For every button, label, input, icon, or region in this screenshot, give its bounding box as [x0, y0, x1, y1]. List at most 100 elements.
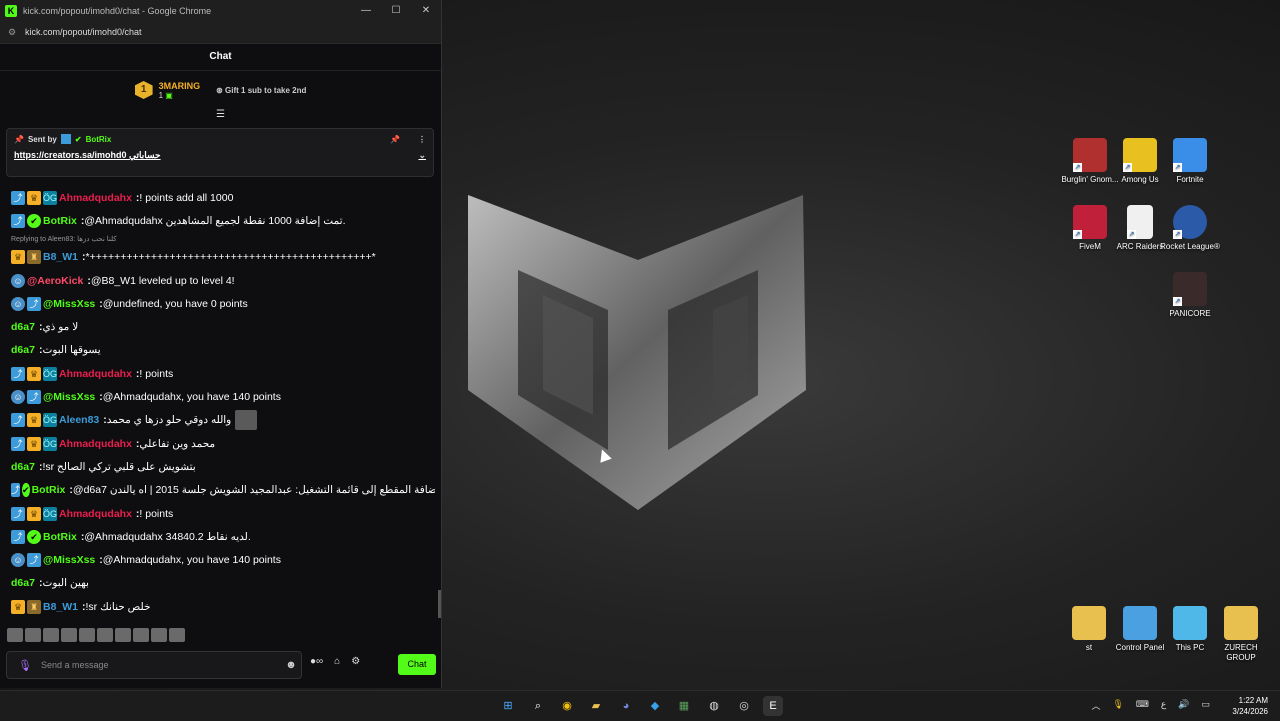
volume-icon[interactable]: 🔊: [1178, 699, 1189, 712]
chat-username[interactable]: Ahmadqudahx: [59, 368, 132, 380]
og-badge-icon: ÖG: [43, 436, 58, 451]
chat-message[interactable]: ☺ ⤴ @MissXss: @undefined, you have 0 point…: [0, 292, 435, 315]
chat-username[interactable]: d6a7: [11, 577, 35, 589]
desktop-icon-label: This PC: [1175, 643, 1205, 652]
app-icon[interactable]: ▦: [674, 696, 694, 716]
keyboard-icon[interactable]: ⌨: [1136, 699, 1149, 712]
pinned-link[interactable]: https://creators.sa/imohd0 حساباتي: [14, 150, 161, 161]
message-input[interactable]: [35, 659, 281, 671]
close-icon[interactable]: ✕: [411, 5, 441, 16]
emote[interactable]: [97, 628, 113, 642]
desktop-icon-zurech-group[interactable]: ZURECH GROUP: [1209, 606, 1273, 663]
settings-gear-icon[interactable]: ⚙: [351, 656, 360, 667]
chat-message[interactable]: ☺ ⤴ @MissXss: @Ahmadqudahx, you have 140 p…: [0, 548, 435, 571]
wallpaper-logo: [468, 195, 806, 510]
chat-message[interactable]: ☺ ⤴ @MissXss: @Ahmadqudahx, you have 140 p…: [0, 385, 435, 408]
leader-name[interactable]: 3MARING: [159, 81, 201, 91]
pinned-sender[interactable]: BotRix: [86, 135, 112, 144]
chat-message[interactable]: ♛ ♜ B8_W1: *++++++++++++++++++++++++++++++…: [0, 246, 435, 269]
clock[interactable]: 1:22 AM 3/24/2026: [1232, 695, 1268, 717]
windows-start-icon[interactable]: ⊞: [498, 696, 518, 716]
chat-username[interactable]: d6a7: [11, 321, 35, 333]
language-indicator[interactable]: ع: [1161, 699, 1166, 712]
fortnite-app-icon: ↗: [1173, 138, 1207, 172]
chat-username[interactable]: BotRix: [43, 215, 77, 227]
minimize-icon[interactable]: —: [351, 5, 381, 16]
address-bar[interactable]: ⚙ kick.com/popout/imohd0/chat: [0, 21, 441, 44]
desktop-icon-fortnite[interactable]: ↗ Fortnite: [1158, 138, 1222, 185]
search-icon[interactable]: ⌕: [528, 696, 548, 716]
chat-message[interactable]: ☺ @AeroKick: @B8_W1 leveled up to level 4…: [0, 269, 435, 292]
chat-username[interactable]: @MissXss: [43, 298, 95, 310]
emoji-icon[interactable]: ☻: [281, 659, 301, 671]
send-chat-button[interactable]: Chat: [398, 654, 436, 675]
gift-sub-text[interactable]: ⊛ Gift 1 sub to take 2nd: [216, 86, 306, 95]
microphone-icon[interactable]: 🎙: [1112, 699, 1123, 712]
desktop-icon-panicore[interactable]: ↗ PANICORE: [1158, 272, 1222, 319]
site-info-icon[interactable]: ⚙: [5, 27, 19, 38]
file-explorer-icon[interactable]: ▰: [586, 696, 606, 716]
emote[interactable]: [7, 628, 23, 642]
chevron-down-icon[interactable]: ⌄: [418, 150, 426, 161]
chat-message[interactable]: d6a7: لا مو ذي: [0, 315, 435, 338]
chrome-icon[interactable]: ◉: [557, 696, 577, 716]
unpin-icon[interactable]: 📌: [390, 135, 400, 144]
chat-message[interactable]: ⤴ ♛ ÖG Ahmadqudahx: ! points: [0, 502, 435, 525]
chat-messages[interactable]: ⤴ ♛ ÖG Ahmadqudahx: ! points add all 1000 ⤴ ✔…: [0, 186, 435, 622]
network-icon[interactable]: ▭: [1201, 699, 1210, 712]
chat-message[interactable]: ⤴✔BotRix: @d6a7 تمت إضافة المقطع إلى قائ…: [0, 479, 435, 502]
gift-icon[interactable]: ⌂: [334, 656, 340, 667]
chat-message[interactable]: d6a7: يسوقها البوت: [0, 339, 435, 362]
discord-icon[interactable]: ◕: [616, 696, 636, 716]
chat-username[interactable]: @AeroKick: [27, 275, 83, 287]
steam-icon[interactable]: ◎: [734, 696, 754, 716]
chat-username[interactable]: B8_W1: [43, 251, 78, 263]
chat-username[interactable]: Ahmadqudahx: [59, 508, 132, 520]
chat-username[interactable]: Ahmadqudahx: [59, 192, 132, 204]
filter-icon[interactable]: ☰: [0, 109, 441, 121]
chat-message[interactable]: ♛ ♜ B8_W1: !sr خلص حنانك: [0, 595, 435, 618]
chat-message[interactable]: ⤴ ✔ BotRix: @Ahmadqudahx لديه نقاط 34840.2…: [0, 525, 435, 548]
emote[interactable]: [115, 628, 131, 642]
chat-message[interactable]: ⤴ ♛ ÖG Aleen83: والله دوقي حلو دزها ي محمد: [0, 409, 435, 432]
chevron-up-icon[interactable]: ︿: [1091, 699, 1100, 712]
ver-badge-icon: ✔: [27, 529, 41, 544]
chat-username[interactable]: d6a7: [11, 461, 35, 473]
chat-username[interactable]: B8_W1: [43, 601, 78, 613]
chat-username[interactable]: Ahmadqudahx: [59, 438, 132, 450]
emote[interactable]: [61, 628, 77, 642]
emote[interactable]: [43, 628, 59, 642]
more-options-icon[interactable]: ⋮: [418, 135, 426, 144]
points-icon[interactable]: ●∞: [310, 656, 323, 667]
chat-message[interactable]: ⤴ ♛ ÖG Ahmadqudahx: ! points: [0, 362, 435, 385]
epic-games-icon[interactable]: E: [763, 696, 783, 716]
chat-message[interactable]: d6a7: بهين البوت: [0, 572, 435, 595]
chat-username[interactable]: BotRix: [43, 531, 77, 543]
scrollbar[interactable]: [438, 590, 441, 618]
emote[interactable]: [151, 628, 167, 642]
obs-icon[interactable]: ◍: [704, 696, 724, 716]
microphone-icon[interactable]: 🎙: [15, 659, 35, 672]
chat-message[interactable]: d6a7: !sr بتشويش على قلبي تركي الصالح: [0, 455, 435, 478]
chat-message[interactable]: ⤴ ♛ ÖG Ahmadqudahx: محمد وين تفاعلي: [0, 432, 435, 455]
chat-username[interactable]: @MissXss: [43, 554, 95, 566]
chat-username[interactable]: BotRix: [32, 484, 66, 496]
emote[interactable]: [133, 628, 149, 642]
desktop-icon-label: Among Us: [1121, 175, 1159, 184]
crown-badge-icon: ♛: [11, 599, 25, 614]
chat-message[interactable]: ⤴ ♛ ÖG Ahmadqudahx: ! points add all 1000: [0, 186, 435, 209]
emote[interactable]: [25, 628, 41, 642]
window-title: kick.com/popout/imohd0/chat - Google Chr…: [23, 5, 212, 16]
chat-message[interactable]: ⤴ ✔ BotRix: @Ahmadqudahx تمت إضافة 1000 نق…: [0, 209, 435, 232]
monitor-icon: [1173, 606, 1207, 640]
vscode-icon[interactable]: ◆: [645, 696, 665, 716]
chat-username[interactable]: Aleen83: [59, 414, 99, 426]
emote[interactable]: [79, 628, 95, 642]
maximize-icon[interactable]: ☐: [381, 5, 411, 16]
emote[interactable]: [169, 628, 185, 642]
og-badge-icon: ÖG: [43, 366, 58, 381]
chat-username[interactable]: d6a7: [11, 344, 35, 356]
chat-username[interactable]: @MissXss: [43, 391, 95, 403]
window-titlebar[interactable]: K kick.com/popout/imohd0/chat - Google C…: [0, 0, 441, 21]
desktop-icon-rocket-league[interactable]: ↗ Rocket League®: [1158, 205, 1222, 252]
